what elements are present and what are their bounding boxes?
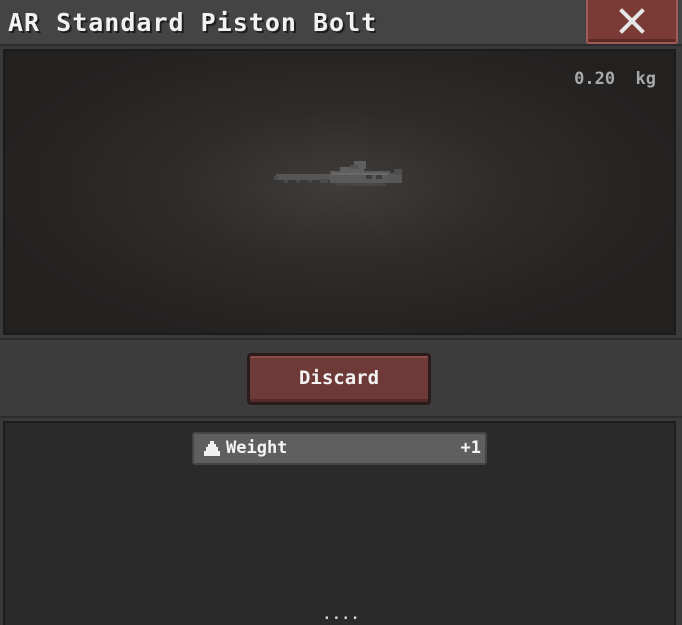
stats-panel: Weight +1 .... xyxy=(3,421,676,625)
more-indicator: .... xyxy=(322,607,361,623)
title-bar: AR Standard Piston Bolt xyxy=(0,0,682,46)
close-button[interactable] xyxy=(586,0,678,44)
item-preview-panel: 0.20 kg xyxy=(3,49,676,335)
action-bar: Discard xyxy=(0,338,682,418)
window-title: AR Standard Piston Bolt xyxy=(8,8,378,37)
stat-name: Weight xyxy=(226,438,288,458)
item-inspect-window: AR Standard Piston Bolt 0.20 kg Discard … xyxy=(0,0,682,625)
close-icon xyxy=(619,8,645,34)
stat-value: +1 xyxy=(460,438,481,458)
discard-button[interactable]: Discard xyxy=(247,353,431,405)
item-weight-label: 0.20 kg xyxy=(574,69,656,89)
piston-bolt-icon xyxy=(274,161,402,186)
weight-icon xyxy=(204,441,220,456)
stat-row-weight: Weight +1 xyxy=(192,432,487,465)
